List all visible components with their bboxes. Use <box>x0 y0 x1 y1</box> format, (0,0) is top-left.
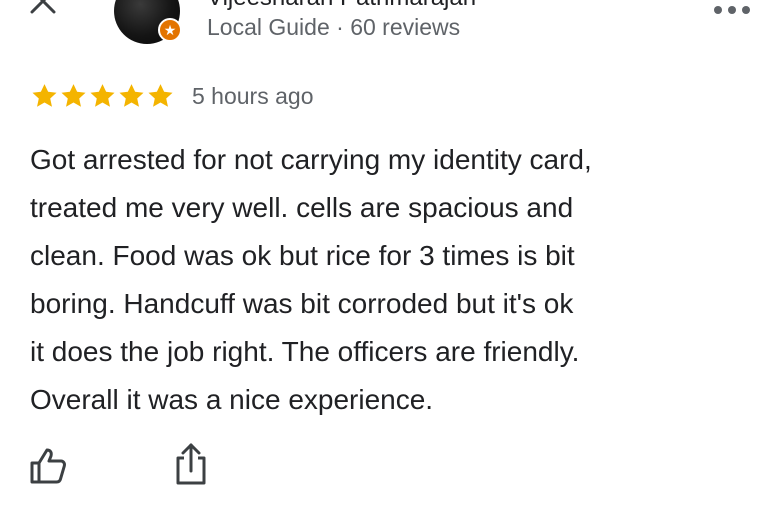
star-icon <box>119 84 144 107</box>
review-time: 5 hours ago <box>192 82 314 109</box>
review-line: boring. Handcuff was bit corroded but it… <box>30 288 574 319</box>
star-icon <box>148 84 173 107</box>
review-line: Overall it was a nice experience. <box>30 384 434 415</box>
avatar[interactable]: ★ <box>114 0 182 44</box>
more-options-button[interactable] <box>712 2 752 18</box>
review-line: it does the job right. The officers are … <box>30 336 580 367</box>
share-button[interactable] <box>171 442 211 486</box>
rating-row: 5 hours ago <box>30 80 313 112</box>
review-line: treated me very well. cells are spacious… <box>30 192 574 223</box>
review-line: clean. Food was ok but rice for 3 times … <box>30 240 575 271</box>
thumbs-up-icon <box>30 448 66 484</box>
review-body: Got arrested for not carrying my identit… <box>30 136 750 424</box>
like-button[interactable] <box>28 446 68 486</box>
reviewer-meta: Local Guide · 60 reviews <box>207 14 461 40</box>
share-icon <box>176 443 206 485</box>
local-guide-star-icon: ★ <box>158 18 182 42</box>
review-header: ★ Vijeesharan Pathmarajah Local Guide · … <box>0 0 768 60</box>
star-icon <box>90 84 115 107</box>
review-line: Got arrested for not carrying my identit… <box>30 144 592 175</box>
star-rating <box>30 82 175 110</box>
reviewer-name[interactable]: Vijeesharan Pathmarajah <box>207 0 476 12</box>
star-icon <box>61 84 86 107</box>
close-icon <box>30 0 56 14</box>
more-options-icon <box>714 6 750 14</box>
close-button[interactable] <box>28 0 58 16</box>
star-icon <box>32 84 57 107</box>
